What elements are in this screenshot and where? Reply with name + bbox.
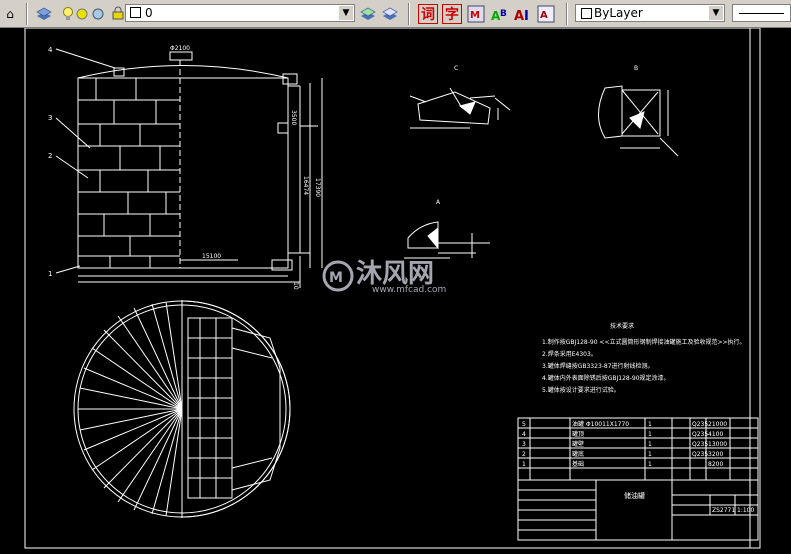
callout-1: 1	[48, 270, 52, 278]
dim-bottom: 15100	[202, 253, 221, 260]
dim-height-1: 3500	[290, 110, 297, 125]
note-1: 1.制作按GBJ128-90 <<立式圆筒形钢制焊接油罐施工及验收规范>>执行。	[542, 338, 746, 346]
detail-c: C	[409, 65, 511, 129]
note-5: 5.罐体按设计要求进行试验。	[542, 386, 620, 394]
row-2-mat: Q235	[692, 451, 708, 458]
row-4-name: 罐顶	[572, 430, 584, 438]
row-2-name: 罐底	[572, 450, 584, 458]
row-5-no: 5	[522, 421, 526, 428]
linetype-preview	[739, 13, 784, 14]
chevron-down-icon[interactable]: ▼	[709, 6, 723, 20]
detail-b: B	[598, 65, 679, 157]
watermark: M 沐风网 www.mfcad.com	[322, 259, 446, 295]
word-button[interactable]: 词	[418, 4, 438, 24]
freeze-icon[interactable]	[88, 4, 108, 24]
svg-text:A: A	[514, 9, 524, 23]
notes-title: 技术要求	[610, 322, 634, 330]
svg-text:M: M	[329, 270, 343, 286]
row-2-no: 2	[522, 451, 526, 458]
row-4-mat: Q235	[692, 431, 708, 438]
row-3-mat: Q235	[692, 441, 708, 448]
color-value: ByLayer	[594, 6, 643, 20]
row-5-name: 油罐 Φ10011X1770	[572, 420, 629, 428]
detail-label-a: A	[436, 199, 441, 206]
callouts: 4 3 2 1	[48, 46, 116, 278]
separator	[566, 3, 568, 25]
row-4-wt: 4100	[708, 431, 723, 438]
shell-courses	[78, 78, 180, 268]
row-4-qty: 1	[648, 431, 652, 438]
color-swatch	[130, 7, 141, 18]
char-button[interactable]: 字	[442, 4, 462, 24]
row-3-name: 罐壁	[572, 440, 584, 448]
separator	[26, 3, 28, 25]
row-1-no: 1	[522, 461, 526, 468]
layer-previous-icon[interactable]	[380, 4, 400, 24]
note-3: 3.罐体焊缝按GB3323-87进行射线检测。	[542, 362, 654, 370]
layer-dropdown[interactable]: 0 ▼	[125, 4, 355, 22]
drawing-number: ZS2771	[712, 507, 735, 514]
chevron-down-icon[interactable]: ▼	[339, 6, 353, 20]
row-5-wt: 21000	[708, 421, 727, 428]
svg-text:I: I	[524, 9, 529, 23]
ab-icon[interactable]: AB	[490, 4, 510, 24]
row-1-name: 基础	[572, 460, 584, 468]
note-2: 2.焊条采用E4303。	[542, 350, 597, 358]
drawing-canvas[interactable]: Φ2100 15100 3500 16474 17390 10 4 3 2 1	[0, 27, 791, 550]
row-2-wt: 3200	[708, 451, 723, 458]
tank-plan-view	[73, 300, 291, 518]
svg-text:B: B	[500, 9, 507, 19]
ai-icon[interactable]: AI	[513, 4, 533, 24]
make-current-icon[interactable]	[358, 4, 378, 24]
row-3-wt: 13000	[708, 441, 727, 448]
lock-icon[interactable]	[110, 5, 126, 21]
toolbar: ⌂ 0 ▼ 词 字 M AB AI A ByLayer ▼	[0, 0, 791, 28]
layers-icon[interactable]	[34, 4, 54, 24]
row-5-mat: Q235	[692, 421, 708, 428]
watermark-url: www.mfcad.com	[372, 285, 446, 295]
parts-table-text: 5 油罐 Φ10011X1770 1 Q235 21000 4 罐顶 1 Q23…	[522, 420, 727, 468]
cad-drawing: Φ2100 15100 3500 16474 17390 10 4 3 2 1	[24, 27, 761, 549]
callout-3: 3	[48, 114, 52, 122]
drawing-name: 储油罐	[624, 491, 645, 500]
detail-label-c: C	[454, 65, 458, 72]
row-1-qty: 1	[648, 461, 652, 468]
home-icon[interactable]: ⌂	[0, 4, 20, 24]
row-3-qty: 1	[648, 441, 652, 448]
color-dropdown[interactable]: ByLayer ▼	[575, 4, 725, 22]
row-1-wt: 8200	[708, 461, 723, 468]
text-style-icon[interactable]: M	[466, 4, 486, 24]
dim-top: Φ2100	[170, 45, 190, 52]
row-5-qty: 1	[648, 421, 652, 428]
dim-base: 10	[292, 282, 299, 290]
row-4-no: 4	[522, 431, 526, 438]
color-swatch	[581, 8, 592, 19]
dim-height-3: 17390	[314, 178, 321, 197]
plan-plates	[187, 317, 281, 499]
spell-check-icon[interactable]: A	[536, 4, 556, 24]
row-3-no: 3	[522, 441, 526, 448]
callout-4: 4	[48, 46, 53, 54]
drawing-scale: 1:100	[737, 507, 754, 514]
dim-height-2: 16474	[302, 176, 309, 195]
svg-text:M: M	[470, 10, 480, 21]
detail-label-b: B	[634, 65, 638, 72]
callout-2: 2	[48, 152, 52, 160]
layer-name: 0	[145, 6, 153, 20]
separator	[408, 3, 410, 25]
note-4: 4.罐体内外表面除锈后按GBJ128-90规定涂漆。	[542, 374, 670, 382]
svg-text:A: A	[540, 10, 548, 21]
detail-a: A	[404, 199, 490, 259]
tank-elevation	[77, 51, 323, 288]
linetype-dropdown[interactable]	[732, 4, 791, 22]
technical-notes: 技术要求 1.制作按GBJ128-90 <<立式圆筒形钢制焊接油罐施工及验收规范…	[542, 322, 746, 394]
row-2-qty: 1	[648, 451, 652, 458]
